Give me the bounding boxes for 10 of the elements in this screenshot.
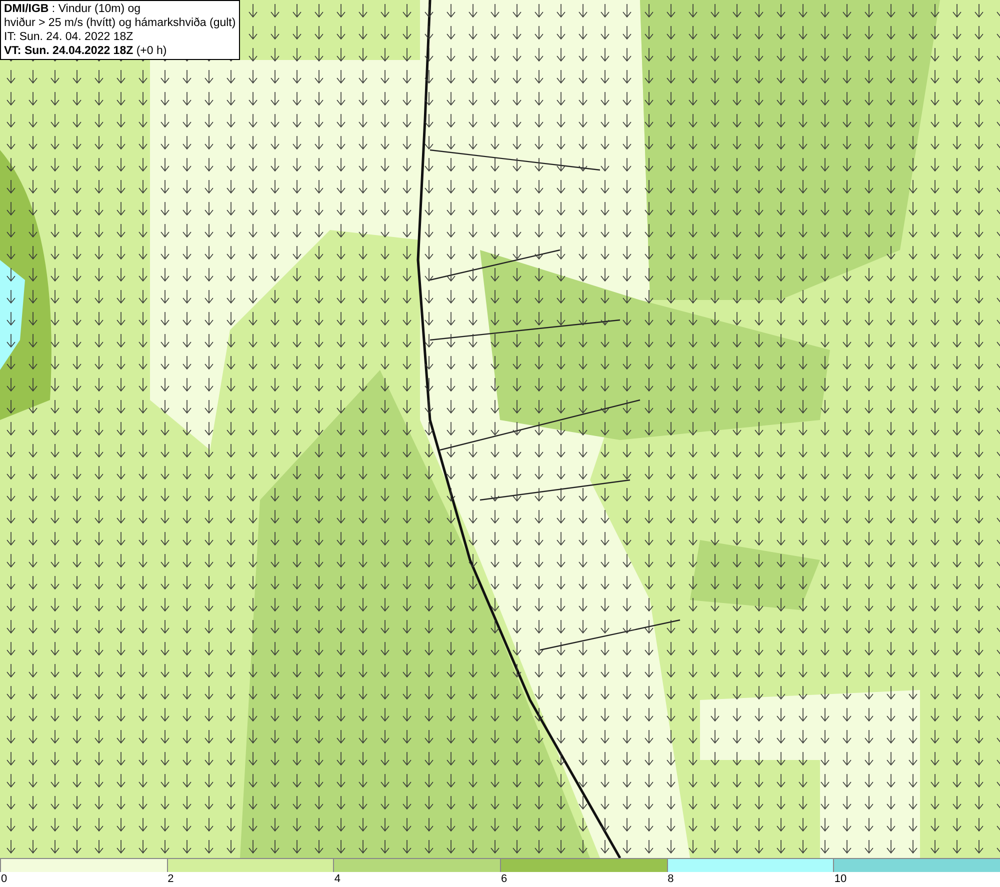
legend-label: 10 — [833, 872, 847, 887]
legend-label: 0 — [0, 872, 8, 887]
legend-label: 4 — [333, 872, 340, 887]
legend-label: 2 — [166, 872, 174, 887]
info-text: hviður > 25 m/s (hvítt) og hámarkshviða (gult) — [4, 16, 236, 30]
legend-label: 6 — [500, 872, 508, 887]
legend-label: 8 — [666, 872, 674, 887]
info-text: DMI/IGB : Vindur (10m) og — [4, 2, 142, 16]
info-text: VT: Sun. 24.04.2022 18Z (+0 h) — [4, 44, 168, 58]
info-text: IT: Sun. 24. 04. 2022 18Z — [4, 30, 134, 44]
